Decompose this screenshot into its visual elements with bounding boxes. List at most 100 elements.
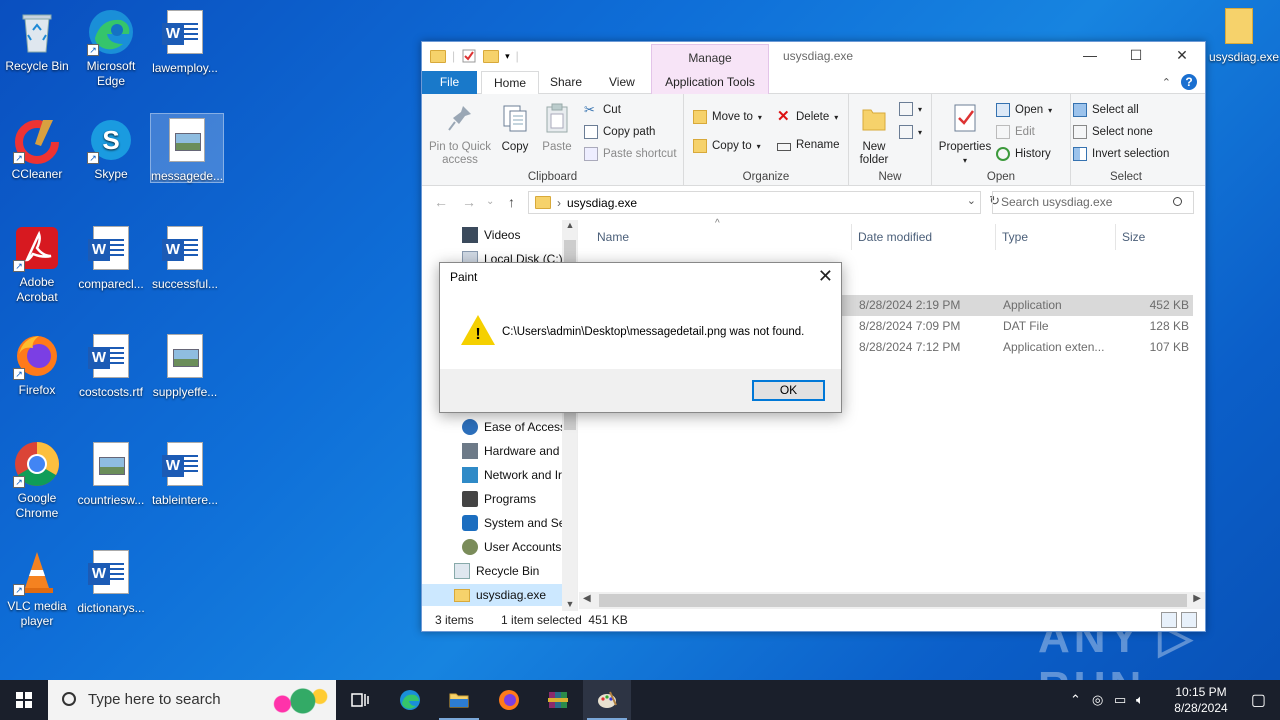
column-header-type[interactable]: Type [1002,220,1028,254]
desktop-icon-supplyeffe[interactable]: supplyeffe... [148,332,222,400]
tab-view[interactable]: View [597,71,647,94]
taskbar-file-explorer[interactable] [435,680,483,720]
desktop-icon-countriesw[interactable]: countriesw... [74,440,148,508]
taskbar-edge[interactable] [386,680,434,720]
nav-item-programs[interactable]: Programs [462,488,562,510]
column-separator[interactable] [1115,224,1116,250]
nav-item-usysdiag[interactable]: usysdiag.exe [422,584,563,606]
desktop-icon-lawemploy[interactable]: W lawemploy... [148,8,222,76]
chevron-up-icon[interactable]: ⌃ [1070,692,1081,708]
edit-button[interactable]: Edit [996,125,1035,139]
desktop-icon-skype[interactable]: S ↗ Skype [74,116,148,182]
ok-button[interactable]: OK [752,380,825,401]
back-arrow-icon[interactable]: ← [434,194,448,210]
recent-chevron-icon[interactable]: ⌄ [486,196,494,207]
forward-arrow-icon[interactable]: → [462,194,476,210]
cut-button[interactable]: ✂ Cut [584,103,621,117]
scrollbar-thumb[interactable] [599,594,1187,607]
copy-to-button[interactable]: Copy to ▾ [693,139,761,153]
paste-shortcut-button[interactable]: Paste shortcut [584,147,677,161]
column-header-size[interactable]: Size [1122,220,1145,254]
copy-button[interactable]: Copy [496,102,534,154]
properties-check-icon[interactable] [461,48,477,64]
desktop-icon-firefox[interactable]: ↗ Firefox [0,332,74,398]
breadcrumb[interactable]: usysdiag.exe [567,196,637,210]
up-arrow-icon[interactable]: ↑ [508,194,515,210]
desktop-icon-dictionarys[interactable]: W dictionarys... [74,548,148,616]
tab-file[interactable]: File [422,71,477,94]
desktop-icon-recycle-bin[interactable]: Recycle Bin [0,8,74,74]
history-button[interactable]: History [996,147,1051,161]
open-button[interactable]: Open ▾ [996,103,1052,117]
nav-item-recycle-bin[interactable]: Recycle Bin [454,560,554,582]
details-view-icon[interactable] [1161,612,1177,628]
column-header-date[interactable]: Date modified [858,220,932,254]
nav-item-ease-of-access[interactable]: Ease of Access [462,416,562,438]
nav-item-videos[interactable]: Videos [462,224,562,246]
column-header-name[interactable]: Name [597,220,629,254]
scroll-down-arrow-icon[interactable]: ▼ [562,599,577,609]
desktop-icon-ccleaner[interactable]: ↗ CCleaner [0,116,74,182]
help-icon[interactable]: ? [1181,74,1197,90]
easy-access-button[interactable]: ▾ [899,125,922,139]
copy-path-button[interactable]: Copy path [584,125,655,139]
desktop-icon-acrobat[interactable]: ↗ Adobe Acrobat [0,224,74,305]
nav-item-user-accounts[interactable]: User Accounts [462,536,562,558]
address-field[interactable]: › usysdiag.exe ⌄ ↻ [528,191,1000,214]
search-input[interactable]: Search usysdiag.exe [992,191,1194,214]
taskbar-paint[interactable] [583,680,631,720]
start-button[interactable] [0,680,48,720]
desktop-icon-costcosts[interactable]: W costcosts.rtf [74,332,148,400]
chevron-down-icon[interactable]: ▾ [505,51,510,62]
pin-quick-access-button[interactable]: Pin to Quick access [428,102,492,167]
select-none-button[interactable]: Select none [1073,125,1153,139]
desktop-icon-chrome[interactable]: ↗ Google Chrome [0,440,74,521]
desktop-icon-edge[interactable]: ↗ Microsoft Edge [74,8,148,89]
column-separator[interactable] [995,224,996,250]
nav-item-network[interactable]: Network and Ir [462,464,562,486]
meet-now-icon[interactable]: ◎ [1092,692,1103,708]
minimize-button[interactable]: — [1067,42,1113,71]
notifications-icon[interactable]: ▢ [1251,690,1266,710]
invert-selection-button[interactable]: Invert selection [1073,147,1169,161]
tab-application-tools[interactable]: Application Tools [651,71,769,94]
desktop-icon-vlc[interactable]: ↗ VLC media player [0,548,74,629]
desktop-icon-tableintere[interactable]: W tableintere... [148,440,222,508]
title-bar[interactable]: | ▾ | Manage usysdiag.exe — ☐ ✕ [422,42,1205,71]
volume-icon[interactable]: 🔈︎ [1136,692,1144,708]
desktop-icon-comparecl[interactable]: W comparecl... [74,224,148,292]
clock[interactable]: 10:15 PM 8/28/2024 [1166,684,1236,716]
new-folder-button[interactable]: New folder [853,102,895,167]
paste-button[interactable]: Paste [538,102,576,154]
horizontal-scrollbar[interactable]: ◀ ▶ [579,592,1205,609]
scroll-left-arrow-icon[interactable]: ◀ [583,593,591,604]
new-item-button[interactable]: ▾ [899,102,922,116]
taskbar-search-input[interactable]: Type here to search [48,680,336,720]
scroll-right-arrow-icon[interactable]: ▶ [1193,593,1201,604]
maximize-button[interactable]: ☐ [1113,42,1159,71]
taskbar-firefox[interactable] [485,680,533,720]
large-icons-view-icon[interactable] [1181,612,1197,628]
task-view-button[interactable] [336,680,384,720]
new-folder-icon[interactable] [483,49,500,63]
nav-item-hardware[interactable]: Hardware and [462,440,562,462]
close-icon[interactable]: ✕ [818,266,833,287]
network-icon[interactable]: ▭ [1114,692,1126,708]
close-button[interactable]: ✕ [1159,42,1205,71]
select-all-button[interactable]: Select all [1073,103,1139,117]
nav-item-system[interactable]: System and Sec [462,512,562,534]
rename-button[interactable]: Rename [777,139,839,151]
move-to-button[interactable]: Move to ▾ [693,110,762,124]
delete-button[interactable]: ✕ Delete ▾ [777,109,838,124]
tab-home[interactable]: Home [481,71,540,95]
paint-error-dialog[interactable]: Paint ✕ ! C:\Users\admin\Desktop\message… [439,262,842,413]
taskbar-winrar[interactable] [534,680,582,720]
properties-button[interactable]: Properties ▾ [936,102,994,167]
desktop-icon-successful[interactable]: W successful... [148,224,222,292]
desktop-icon-usysdiag-folder[interactable]: usysdiag.exe [1209,8,1279,64]
column-separator[interactable] [851,224,852,250]
address-dropdown-icon[interactable]: ⌄ [967,194,976,207]
desktop-icon-messagedetail[interactable]: messagede... [150,113,224,183]
tab-share[interactable]: Share [538,71,594,94]
scroll-up-arrow-icon[interactable]: ▲ [562,220,577,230]
